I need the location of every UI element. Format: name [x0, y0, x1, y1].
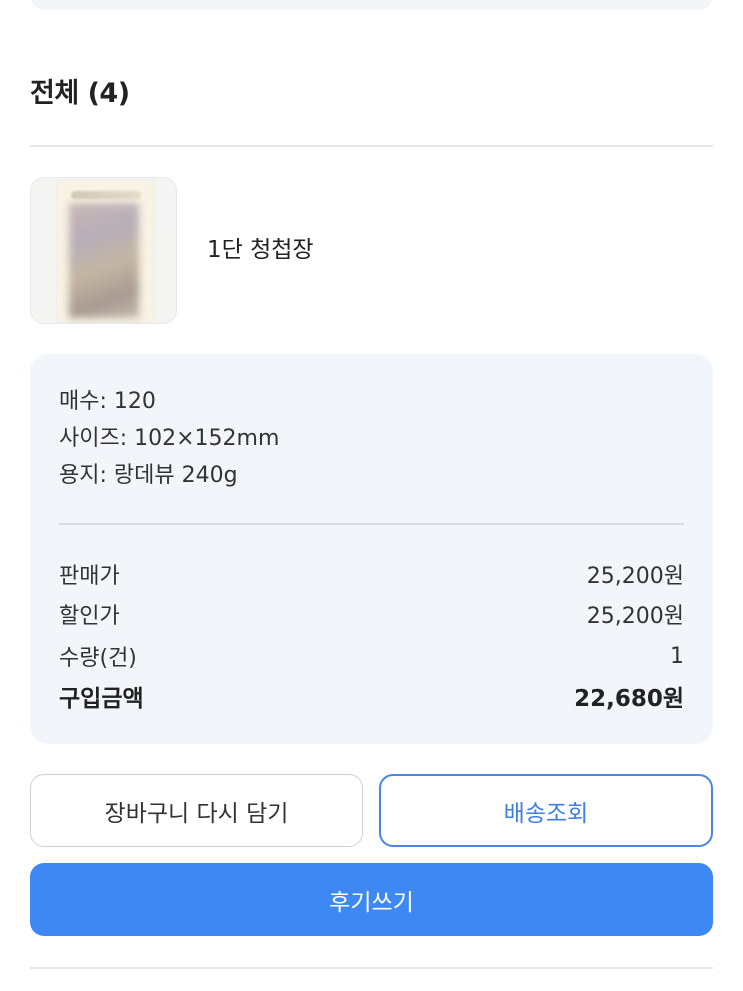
price-value: 25,200원: [586, 564, 684, 589]
card-photo-blurred: [69, 203, 139, 318]
total-label: 구입금액: [59, 686, 144, 712]
product-name[interactable]: 1단 청첩장: [207, 233, 314, 267]
price-label: 수량(건): [59, 646, 137, 671]
price-row-quantity: 수량(건) 1: [59, 639, 684, 673]
price-row-total: 구입금액 22,680원: [59, 679, 684, 713]
write-review-button[interactable]: 후기쓰기: [30, 863, 713, 936]
track-delivery-button[interactable]: 배송조회: [379, 774, 713, 847]
price-value: 25,200원: [586, 604, 684, 629]
price-row-discount: 할인가 25,200원: [59, 597, 684, 631]
price-label: 판매가: [59, 564, 120, 589]
invitation-card-image: [57, 181, 154, 322]
divider: [30, 145, 713, 147]
price-row-sale: 판매가 25,200원: [59, 557, 684, 591]
option-quantity: 매수: 120: [59, 389, 156, 414]
option-paper: 용지: 랑데뷰 240g: [59, 463, 238, 488]
previous-card: [30, 0, 713, 10]
panel-divider: [59, 523, 684, 525]
price-value: 1: [670, 643, 684, 669]
section-title: 전체 (4): [30, 78, 130, 109]
add-to-cart-again-button[interactable]: 장바구니 다시 담기: [30, 774, 363, 847]
total-value: 22,680원: [574, 686, 684, 712]
option-size: 사이즈: 102×152mm: [59, 426, 280, 451]
product-thumbnail[interactable]: [30, 177, 177, 324]
divider: [30, 967, 713, 969]
card-script-text: [71, 191, 141, 199]
price-label: 할인가: [59, 604, 120, 629]
